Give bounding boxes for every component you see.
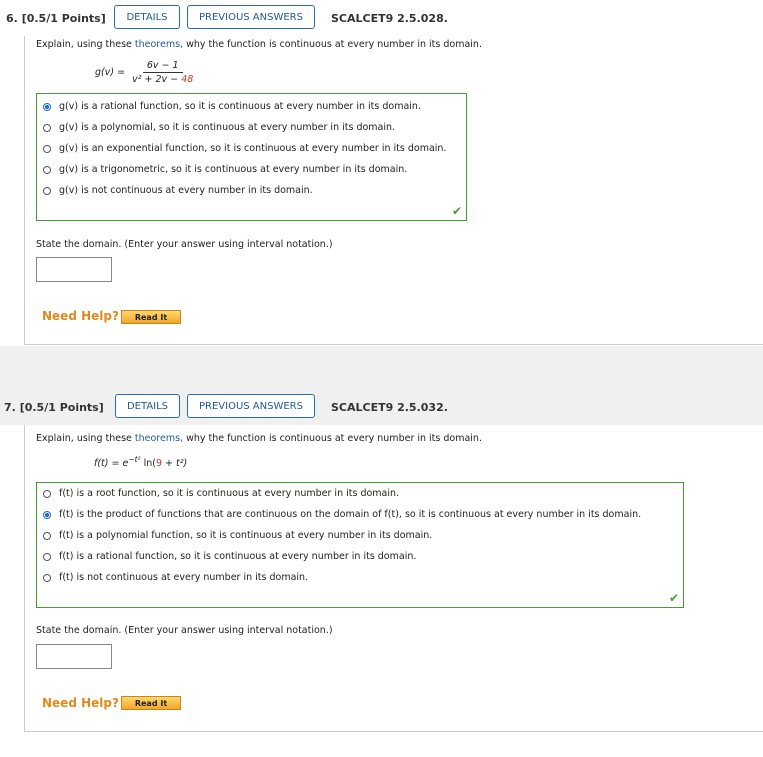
radio-button[interactable] — [43, 123, 51, 132]
radio-button[interactable] — [43, 489, 51, 498]
details-button[interactable]: DETAILS — [114, 5, 180, 29]
assignment-id: SCALCET9 2.5.032. — [331, 400, 448, 414]
choice-5[interactable]: g(v) is not continuous at every number i… — [43, 185, 313, 196]
choice-1[interactable]: g(v) is a rational function, so it is co… — [43, 101, 421, 112]
radio-button[interactable] — [43, 102, 51, 111]
previous-answers-button[interactable]: PREVIOUS ANSWERS — [187, 394, 315, 418]
question-body: Explain, using these theorems, why the f… — [24, 425, 763, 732]
domain-prompt: State the domain. (Enter your answer usi… — [36, 239, 333, 250]
question-7: 7. [0.5/1 Points] DETAILS PREVIOUS ANSWE… — [0, 389, 763, 757]
radio-button[interactable] — [43, 531, 51, 540]
choice-5[interactable]: f(t) is not continuous at every number i… — [43, 572, 308, 583]
function-formula: f(t) = e−t² ln(9 + t²) — [94, 455, 188, 470]
question-number: 6. [0.5/1 Points] — [6, 11, 106, 25]
choice-3[interactable]: f(t) is a polynomial function, so it is … — [43, 530, 432, 541]
theorems-link[interactable]: theorems, — [135, 433, 183, 444]
read-it-button[interactable]: Read It — [121, 310, 181, 324]
choice-3[interactable]: g(v) is an exponential function, so it i… — [43, 143, 446, 154]
previous-answers-button[interactable]: PREVIOUS ANSWERS — [187, 5, 315, 29]
checkmark-icon: ✔ — [451, 204, 462, 218]
instructions: Explain, using these theorems, why the f… — [36, 433, 482, 444]
function-formula: g(v) = 6v − 1 v² + 2v − 48 — [95, 60, 194, 85]
instructions: Explain, using these theorems, why the f… — [36, 39, 482, 50]
radio-button[interactable] — [43, 510, 51, 519]
details-button[interactable]: DETAILS — [115, 394, 180, 418]
choice-1[interactable]: f(t) is a root function, so it is contin… — [43, 488, 399, 499]
domain-input[interactable] — [36, 257, 112, 282]
checkmark-icon: ✔ — [668, 591, 679, 605]
radio-button[interactable] — [43, 165, 51, 174]
domain-prompt: State the domain. (Enter your answer usi… — [36, 625, 333, 636]
answer-choices: g(v) is a rational function, so it is co… — [36, 93, 467, 221]
radio-button[interactable] — [43, 573, 51, 582]
choice-4[interactable]: g(v) is a trigonometric, so it is contin… — [43, 164, 407, 175]
question-number: 7. [0.5/1 Points] — [4, 400, 104, 414]
answer-choices: f(t) is a root function, so it is contin… — [36, 482, 684, 608]
choice-2[interactable]: g(v) is a polynomial, so it is continuou… — [43, 122, 395, 133]
question-body: Explain, using these theorems, why the f… — [24, 36, 763, 345]
choice-2[interactable]: f(t) is the product of functions that ar… — [43, 509, 641, 520]
radio-button[interactable] — [43, 552, 51, 561]
radio-button[interactable] — [43, 186, 51, 195]
choice-4[interactable]: f(t) is a rational function, so it is co… — [43, 551, 416, 562]
need-help-label: Need Help? — [42, 309, 119, 323]
need-help-label: Need Help? — [42, 696, 119, 710]
question-separator — [0, 346, 763, 394]
radio-button[interactable] — [43, 144, 51, 153]
theorems-link[interactable]: theorems, — [135, 39, 183, 50]
read-it-button[interactable]: Read It — [121, 696, 181, 710]
question-6: 6. [0.5/1 Points] DETAILS PREVIOUS ANSWE… — [0, 0, 763, 346]
domain-input[interactable] — [36, 644, 112, 669]
assignment-id: SCALCET9 2.5.028. — [331, 11, 448, 25]
